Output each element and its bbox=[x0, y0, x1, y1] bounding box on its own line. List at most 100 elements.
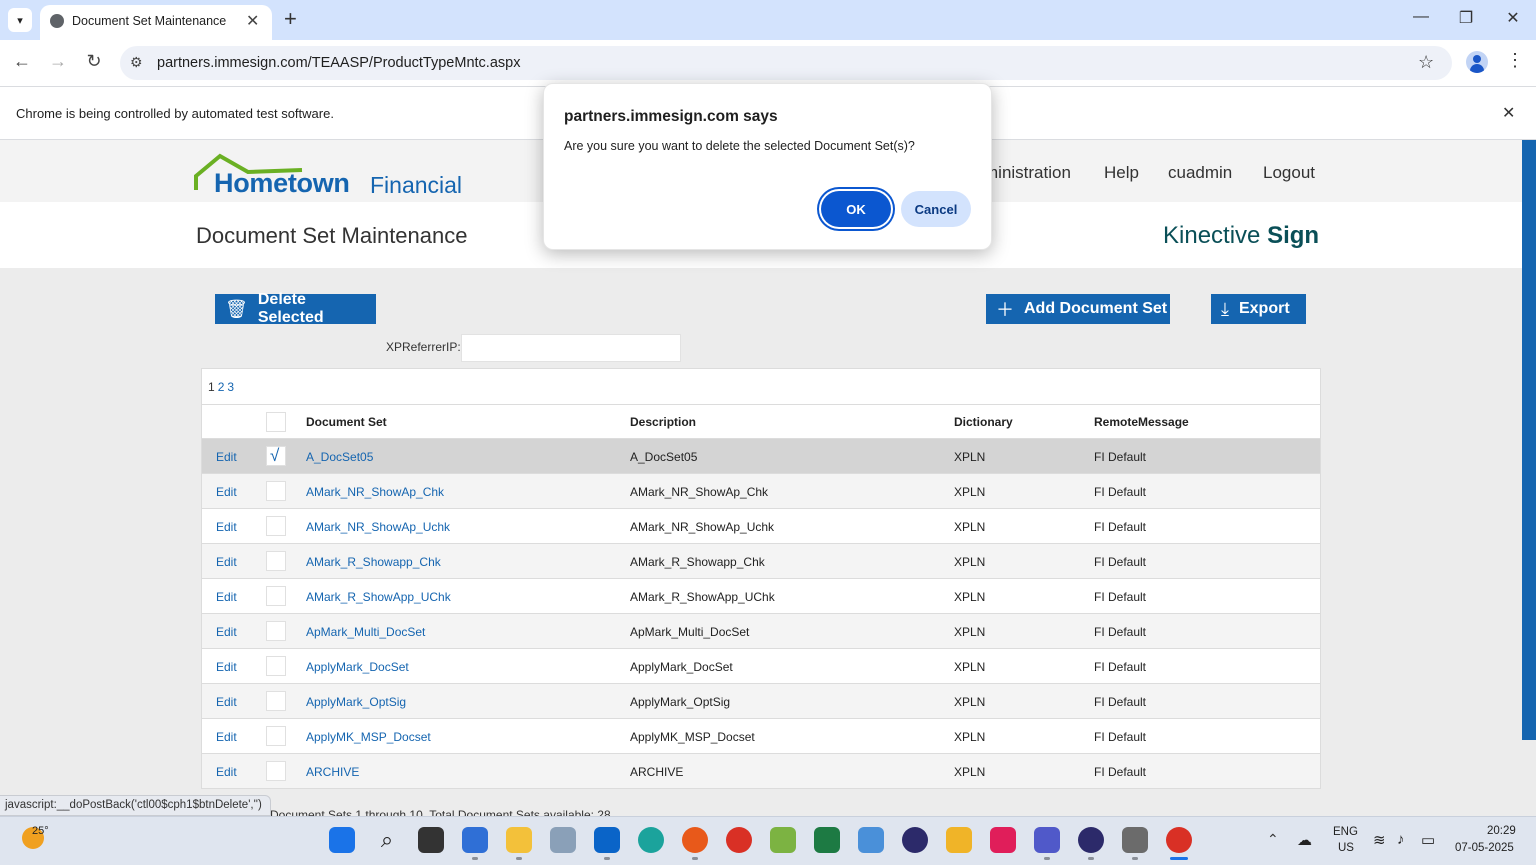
nav-user[interactable]: cuadmin bbox=[1168, 163, 1232, 183]
new-tab-icon[interactable]: + bbox=[284, 8, 297, 30]
edit-link[interactable]: Edit bbox=[216, 625, 237, 639]
task-view-icon[interactable] bbox=[418, 827, 444, 853]
row-checkbox[interactable] bbox=[266, 726, 286, 746]
tab-search-chevron-icon[interactable]: ▾ bbox=[8, 8, 32, 32]
xpreferrerip-input[interactable] bbox=[461, 334, 681, 362]
nav-help[interactable]: Help bbox=[1104, 163, 1139, 183]
add-document-set-button[interactable]: ＋ Add Document Set bbox=[986, 294, 1170, 324]
cancel-button[interactable]: Cancel bbox=[901, 191, 971, 227]
battery-icon[interactable]: ▭ bbox=[1421, 831, 1435, 849]
document-set-link[interactable]: AMark_R_ShowApp_UChk bbox=[306, 590, 451, 604]
edit-link[interactable]: Edit bbox=[216, 520, 237, 534]
page-link-2[interactable]: 2 bbox=[218, 380, 225, 394]
eclipse-icon[interactable] bbox=[902, 827, 928, 853]
clock-date[interactable]: 07-05-2025 bbox=[1455, 842, 1514, 854]
slack-icon[interactable] bbox=[990, 827, 1016, 853]
edge-icon[interactable] bbox=[638, 827, 664, 853]
start-icon[interactable] bbox=[329, 827, 355, 853]
col-dictionary[interactable]: Dictionary bbox=[954, 415, 1013, 429]
ok-button[interactable]: OK bbox=[821, 191, 891, 227]
mail-icon[interactable] bbox=[550, 827, 576, 853]
row-checkbox[interactable] bbox=[266, 621, 286, 641]
row-checkbox[interactable] bbox=[266, 481, 286, 501]
menu-dots-icon[interactable]: ⋮ bbox=[1506, 50, 1524, 71]
profile-avatar-icon[interactable] bbox=[1466, 51, 1488, 73]
col-description[interactable]: Description bbox=[630, 415, 696, 429]
forward-arrow-icon[interactable]: → bbox=[46, 51, 70, 72]
row-checkbox[interactable] bbox=[266, 446, 286, 466]
nav-logout[interactable]: Logout bbox=[1263, 163, 1315, 183]
document-set-link[interactable]: AMark_NR_ShowAp_Chk bbox=[306, 485, 444, 499]
col-remote-message[interactable]: RemoteMessage bbox=[1094, 415, 1189, 429]
document-set-link[interactable]: ApplyMark_OptSig bbox=[306, 695, 406, 709]
hometown-logo[interactable]: Hometown Financial bbox=[192, 150, 472, 198]
firefox-icon[interactable] bbox=[682, 827, 708, 853]
address-bar[interactable]: ⚙ partners.immesign.com/TEAASP/ProductTy… bbox=[120, 46, 1452, 80]
paint-icon[interactable] bbox=[770, 827, 796, 853]
export-button[interactable]: ⤓ Export bbox=[1211, 294, 1306, 324]
chrome-icon[interactable] bbox=[726, 827, 752, 853]
back-arrow-icon[interactable]: ← bbox=[10, 51, 34, 72]
page-link-1[interactable]: 1 bbox=[208, 380, 215, 394]
document-set-link[interactable]: AMark_R_Showapp_Chk bbox=[306, 555, 441, 569]
outlook-icon[interactable] bbox=[594, 827, 620, 853]
language-line2[interactable]: US bbox=[1338, 842, 1354, 854]
url-text[interactable]: partners.immesign.com/TEAASP/ProductType… bbox=[157, 55, 520, 71]
infobar-close-icon[interactable]: ✕ bbox=[1502, 103, 1515, 123]
close-tab-icon[interactable]: ✕ bbox=[246, 11, 259, 31]
file-explorer-icon[interactable] bbox=[506, 827, 532, 853]
tool-icon[interactable] bbox=[946, 827, 972, 853]
row-checkbox[interactable] bbox=[266, 586, 286, 606]
weather-temp: 25° bbox=[32, 825, 49, 837]
search-icon[interactable]: ⌕ bbox=[374, 827, 400, 853]
volume-icon[interactable]: ♪ bbox=[1397, 831, 1405, 848]
clock-time[interactable]: 20:29 bbox=[1487, 825, 1516, 837]
page-link-3[interactable]: 3 bbox=[227, 380, 234, 394]
row-checkbox[interactable] bbox=[266, 551, 286, 571]
reload-icon[interactable]: ↻ bbox=[82, 51, 106, 72]
edit-link[interactable]: Edit bbox=[216, 695, 237, 709]
edit-link[interactable]: Edit bbox=[216, 555, 237, 569]
eclipse-2-icon[interactable] bbox=[1078, 827, 1104, 853]
edit-link[interactable]: Edit bbox=[216, 590, 237, 604]
row-checkbox[interactable] bbox=[266, 656, 286, 676]
app-icon[interactable] bbox=[1122, 827, 1148, 853]
document-set-link[interactable]: ApplyMark_DocSet bbox=[306, 660, 409, 674]
window-close-icon[interactable]: ✕ bbox=[1498, 8, 1528, 28]
minimize-icon[interactable]: — bbox=[1406, 8, 1436, 26]
edit-link[interactable]: Edit bbox=[216, 660, 237, 674]
wifi-icon[interactable]: ≋ bbox=[1373, 831, 1386, 849]
table-row: Edit ApplyMK_MSP_Docset ApplyMK_MSP_Docset… bbox=[202, 719, 1320, 754]
row-checkbox[interactable] bbox=[266, 691, 286, 711]
delete-selected-button[interactable]: 🗑 Delete Selected bbox=[215, 291, 376, 326]
bookmark-star-icon[interactable]: ☆ bbox=[1418, 52, 1434, 73]
dictionary-cell: XPLN bbox=[954, 520, 986, 534]
edit-link[interactable]: Edit bbox=[216, 730, 237, 744]
restore-icon[interactable]: ❐ bbox=[1451, 8, 1481, 28]
document-set-link[interactable]: AMark_NR_ShowAp_Uchk bbox=[306, 520, 450, 534]
site-info-icon[interactable]: ⚙ bbox=[130, 54, 143, 71]
row-checkbox[interactable] bbox=[266, 516, 286, 536]
onedrive-icon[interactable]: ☁ bbox=[1297, 831, 1312, 849]
row-checkbox[interactable] bbox=[266, 761, 286, 781]
col-document-set[interactable]: Document Set bbox=[306, 415, 387, 429]
language-line1[interactable]: ENG bbox=[1333, 826, 1358, 838]
page-scrollbar[interactable] bbox=[1522, 140, 1536, 740]
teams-icon[interactable] bbox=[1034, 827, 1060, 853]
notepad-icon[interactable] bbox=[858, 827, 884, 853]
edit-link[interactable]: Edit bbox=[216, 765, 237, 779]
edit-link[interactable]: Edit bbox=[216, 450, 237, 464]
select-all-checkbox[interactable] bbox=[266, 412, 286, 432]
chat-icon[interactable] bbox=[462, 827, 488, 853]
tray-chevron-icon[interactable]: ⌃ bbox=[1267, 831, 1279, 848]
document-set-link[interactable]: ApplyMK_MSP_Docset bbox=[306, 730, 431, 744]
table-row: Edit AMark_NR_ShowAp_Chk AMark_NR_ShowAp_C… bbox=[202, 474, 1320, 509]
excel-icon[interactable] bbox=[814, 827, 840, 853]
document-set-link[interactable]: A_DocSet05 bbox=[306, 450, 373, 464]
nav-administration[interactable]: ministration bbox=[984, 163, 1071, 183]
document-set-link[interactable]: ApMark_Multi_DocSet bbox=[306, 625, 425, 639]
browser-tab[interactable]: Document Set Maintenance ✕ bbox=[40, 5, 272, 40]
document-set-link[interactable]: ARCHIVE bbox=[306, 765, 359, 779]
edit-link[interactable]: Edit bbox=[216, 485, 237, 499]
chrome-active-icon[interactable] bbox=[1166, 827, 1192, 853]
